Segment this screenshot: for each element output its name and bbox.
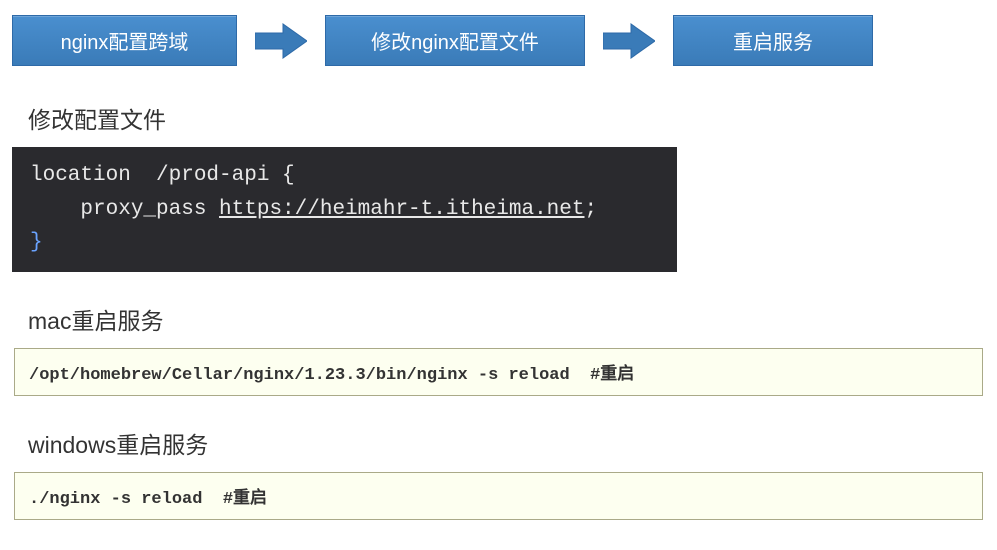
nginx-config-code-block: location /prod-api { proxy_pass https://… [12, 147, 677, 272]
code-url: https://heimahr-t.itheima.net [219, 198, 584, 221]
code-command: /opt/homebrew/Cellar/nginx/1.23.3/bin/ng… [29, 366, 590, 385]
code-line-prefix: proxy_pass [30, 198, 219, 221]
arrow-right-icon [252, 21, 310, 61]
flow-step-label: nginx配置跨域 [61, 32, 189, 54]
code-line-suffix: ; [585, 198, 598, 221]
section-title-mac: mac重启服务 [28, 302, 997, 336]
flow-step-nginx-cors: nginx配置跨域 [12, 15, 237, 66]
section-title-windows: windows重启服务 [28, 426, 997, 460]
arrow-right-icon [600, 21, 658, 61]
code-comment: #重启 [590, 366, 634, 385]
mac-restart-code-block: /opt/homebrew/Cellar/nginx/1.23.3/bin/ng… [14, 348, 983, 396]
windows-restart-code-block: ./nginx -s reload #重启 [14, 472, 983, 520]
flow-step-restart: 重启服务 [673, 15, 873, 66]
flow-steps-row: nginx配置跨域 修改nginx配置文件 重启服务 [0, 0, 997, 66]
section-title-config: 修改配置文件 [28, 101, 997, 135]
flow-step-label: 修改nginx配置文件 [371, 32, 539, 54]
code-command: ./nginx -s reload [29, 490, 223, 509]
flow-step-modify-config: 修改nginx配置文件 [325, 15, 585, 66]
code-line: location /prod-api { [30, 164, 295, 187]
flow-step-label: 重启服务 [733, 32, 813, 54]
code-comment: #重启 [223, 490, 267, 509]
code-brace-close: } [30, 231, 43, 254]
